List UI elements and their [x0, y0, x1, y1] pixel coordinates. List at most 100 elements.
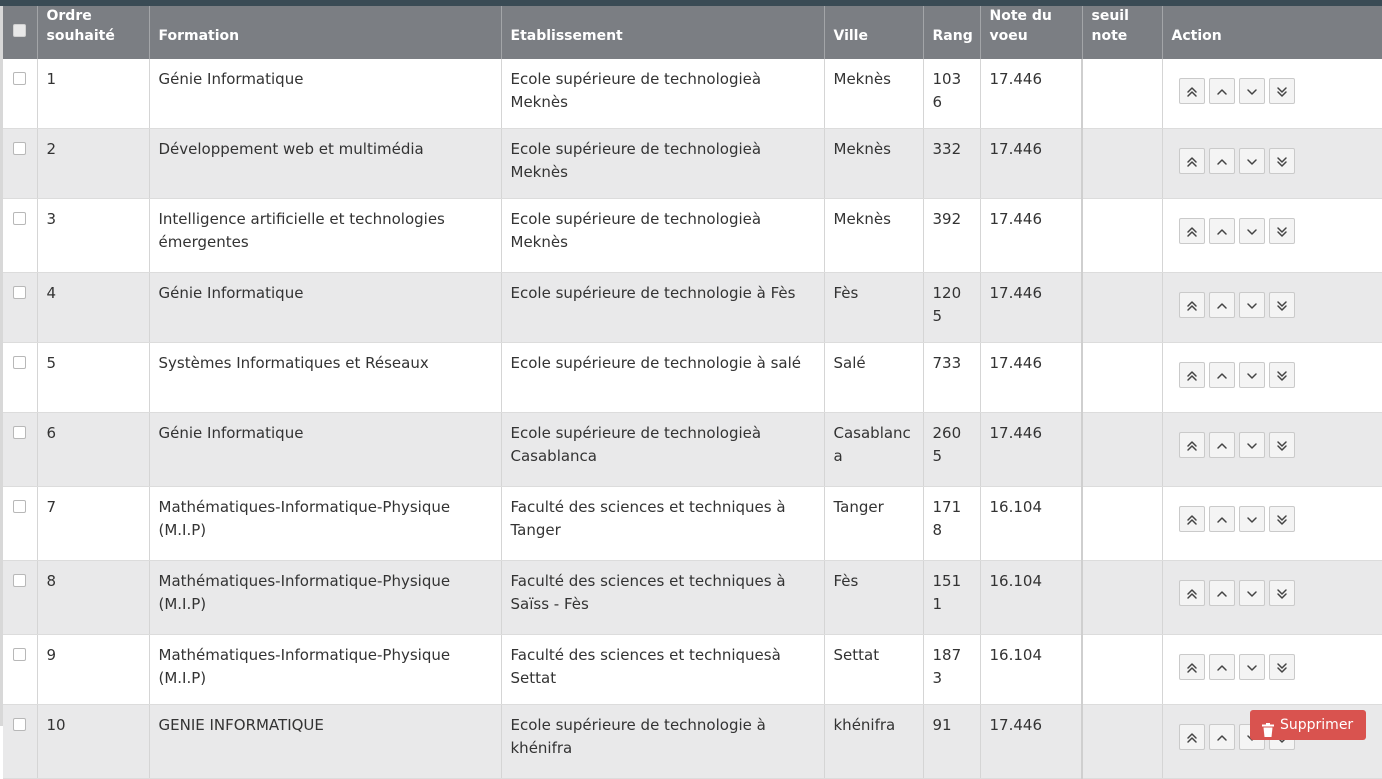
move-top-button[interactable]	[1178, 724, 1205, 750]
move-bottom-button[interactable]	[1268, 362, 1295, 388]
move-bottom-button[interactable]	[1268, 292, 1295, 318]
chevron-double-down-icon	[1276, 301, 1287, 311]
cell-formation: Génie Informatique	[149, 412, 502, 487]
delete-button[interactable]: Supprimer	[1250, 710, 1366, 740]
move-up-button[interactable]	[1208, 580, 1235, 606]
move-top-button[interactable]	[1178, 580, 1205, 606]
move-down-button[interactable]	[1238, 218, 1265, 244]
move-top-button[interactable]	[1178, 654, 1205, 680]
cell-etablissement: Ecole supérieure de technologieà Meknès	[501, 59, 825, 129]
row-checkbox[interactable]	[13, 648, 27, 661]
row-select-cell	[3, 198, 38, 273]
cell-note: 16.104	[980, 560, 1083, 635]
chevron-double-down-icon	[1276, 87, 1287, 97]
chevron-double-up-icon	[1186, 441, 1197, 451]
move-down-button[interactable]	[1238, 78, 1265, 104]
header-etablissement[interactable]: Etablissement	[501, 6, 825, 59]
move-top-button[interactable]	[1178, 148, 1205, 174]
move-up-button[interactable]	[1208, 432, 1235, 458]
chevron-double-down-icon	[1276, 227, 1287, 237]
move-bottom-button[interactable]	[1268, 506, 1295, 532]
chevron-double-down-icon	[1276, 371, 1287, 381]
move-up-button[interactable]	[1208, 654, 1235, 680]
cell-rang: 1511	[923, 560, 981, 635]
header-ville[interactable]: Ville	[824, 6, 924, 59]
move-bottom-button[interactable]	[1268, 148, 1295, 174]
cell-action	[1162, 198, 1382, 273]
move-top-button[interactable]	[1178, 218, 1205, 244]
row-checkbox[interactable]	[13, 72, 27, 85]
cell-ville: Tanger	[824, 486, 924, 561]
header-order[interactable]: Ordre souhaité	[37, 6, 150, 59]
chevron-up-icon	[1216, 443, 1227, 449]
row-checkbox[interactable]	[13, 286, 27, 299]
move-down-button[interactable]	[1238, 292, 1265, 318]
cell-rang: 2605	[923, 412, 981, 487]
header-rang[interactable]: Rang	[923, 6, 981, 59]
cell-ville: Casablanca	[824, 412, 924, 487]
move-bottom-button[interactable]	[1268, 580, 1295, 606]
move-top-button[interactable]	[1178, 432, 1205, 458]
chevron-up-icon	[1216, 89, 1227, 95]
cell-note: 16.104	[980, 634, 1083, 705]
chevron-double-down-icon	[1276, 515, 1287, 525]
cell-etablissement: Ecole supérieure de technologie à salé	[501, 342, 825, 413]
cell-etablissement: Faculté des sciences et techniques à Tan…	[501, 486, 825, 561]
move-up-button[interactable]	[1208, 362, 1235, 388]
cell-ville: Salé	[824, 342, 924, 413]
move-up-button[interactable]	[1208, 506, 1235, 532]
cell-ville: khénifra	[824, 704, 924, 779]
move-up-button[interactable]	[1208, 292, 1235, 318]
cell-ville: Meknès	[824, 128, 924, 199]
move-top-button[interactable]	[1178, 78, 1205, 104]
chevron-up-icon	[1216, 303, 1227, 309]
cell-action	[1162, 486, 1382, 561]
table-row: 9 Mathématiques-Informatique-Physique (M.…	[3, 634, 1382, 705]
cell-ville: Fès	[824, 272, 924, 343]
move-top-button[interactable]	[1178, 506, 1205, 532]
cell-rang: 1205	[923, 272, 981, 343]
move-down-button[interactable]	[1238, 506, 1265, 532]
move-down-button[interactable]	[1238, 362, 1265, 388]
row-checkbox[interactable]	[13, 356, 27, 369]
move-up-button[interactable]	[1208, 148, 1235, 174]
move-down-button[interactable]	[1238, 580, 1265, 606]
row-checkbox[interactable]	[13, 574, 27, 587]
chevron-double-up-icon	[1186, 663, 1197, 673]
move-bottom-button[interactable]	[1268, 654, 1295, 680]
move-top-button[interactable]	[1178, 292, 1205, 318]
row-checkbox[interactable]	[13, 718, 27, 731]
move-bottom-button[interactable]	[1268, 432, 1295, 458]
cell-formation: Mathématiques-Informatique-Physique (M.I…	[149, 560, 502, 635]
move-bottom-button[interactable]	[1268, 78, 1295, 104]
cell-order: 1	[37, 59, 150, 129]
move-down-button[interactable]	[1238, 148, 1265, 174]
chevron-double-up-icon	[1186, 733, 1197, 743]
header-note[interactable]: Note du voeu	[980, 6, 1083, 59]
move-down-button[interactable]	[1238, 432, 1265, 458]
move-down-button[interactable]	[1238, 654, 1265, 680]
table-row: 4 Génie Informatique Ecole supérieure de t…	[3, 272, 1382, 343]
move-up-button[interactable]	[1208, 218, 1235, 244]
header-seuil[interactable]: seuil note	[1082, 6, 1163, 59]
wishes-table-container: Ordre souhaité Formation Etablissement V…	[3, 6, 1382, 779]
chevron-up-icon	[1216, 665, 1227, 671]
row-checkbox[interactable]	[13, 212, 27, 225]
chevron-double-up-icon	[1186, 515, 1197, 525]
row-checkbox[interactable]	[13, 142, 27, 155]
cell-note: 17.446	[980, 342, 1083, 413]
cell-formation: Génie Informatique	[149, 59, 502, 129]
header-formation[interactable]: Formation	[149, 6, 502, 59]
cell-order: 9	[37, 634, 150, 705]
row-checkbox[interactable]	[13, 426, 27, 439]
cell-note: 17.446	[980, 704, 1083, 779]
move-up-button[interactable]	[1208, 724, 1235, 750]
cell-order: 7	[37, 486, 150, 561]
cell-order: 10	[37, 704, 150, 779]
row-select-cell	[3, 412, 38, 487]
row-checkbox[interactable]	[13, 500, 27, 513]
move-top-button[interactable]	[1178, 362, 1205, 388]
select-all-checkbox[interactable]	[13, 23, 27, 37]
move-bottom-button[interactable]	[1268, 218, 1295, 244]
move-up-button[interactable]	[1208, 78, 1235, 104]
